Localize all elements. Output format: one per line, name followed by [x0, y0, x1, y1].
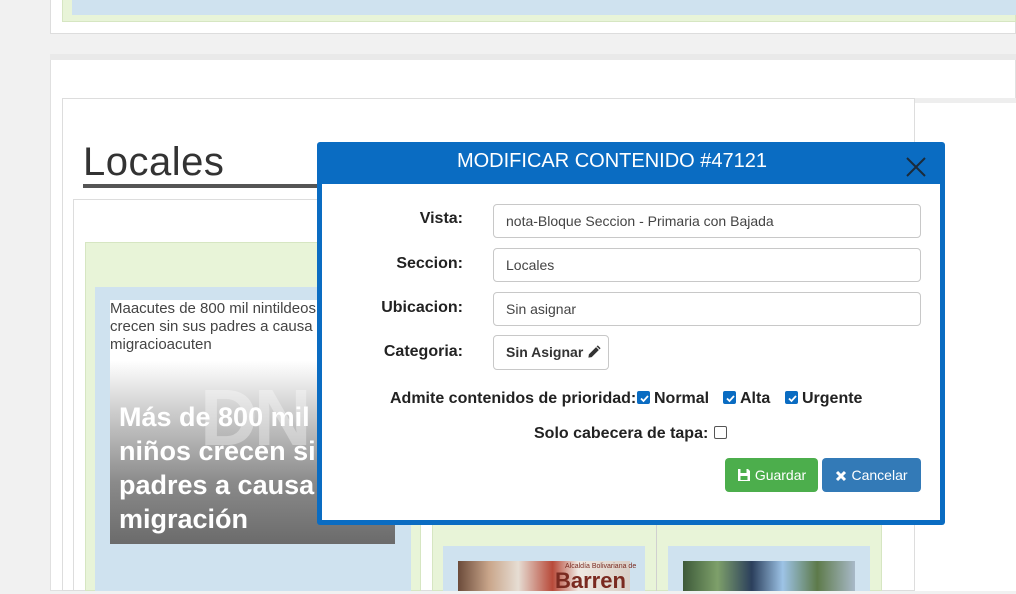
save-icon [737, 460, 751, 494]
modal-title: MODIFICAR CONTENIDO #47121 [456, 150, 768, 172]
save-button[interactable]: Guardar [725, 458, 818, 492]
section-title-underline [83, 184, 323, 188]
seccion-label: Seccion: [396, 255, 463, 272]
thumbnail-caption: Barren [555, 568, 626, 593]
urgente-label: Urgente [802, 390, 863, 407]
urgente-checkbox[interactable] [785, 391, 798, 404]
check-icon [788, 395, 797, 403]
vista-label: Vista: [419, 210, 463, 227]
prioridad-label: Admite contenidos de prioridad: [390, 390, 637, 407]
close-icon[interactable] [904, 155, 928, 179]
pencil-icon [587, 338, 602, 371]
times-icon [835, 460, 847, 494]
right-strip-bar [915, 98, 1016, 103]
top-band-inner [72, 0, 1016, 15]
vista-field[interactable]: nota-Bloque Seccion - Primaria con Bajad… [493, 204, 921, 238]
ubicacion-field[interactable]: Sin asignar [493, 292, 921, 326]
check-icon [726, 395, 735, 403]
alta-label: Alta [740, 390, 771, 407]
seccion-field[interactable]: Locales [493, 248, 921, 282]
save-button-label: Guardar [754, 467, 807, 483]
categoria-label: Categoria: [383, 343, 463, 360]
normal-label: Normal [654, 390, 710, 407]
categoria-button-label: Sin Asignar [506, 344, 584, 360]
check-icon [640, 395, 649, 403]
categoria-button[interactable]: Sin Asignar [493, 335, 609, 370]
ubicacion-label: Ubicacion: [381, 299, 463, 316]
cancel-button[interactable]: Cancelar [822, 458, 921, 492]
main-topbar [50, 54, 1016, 60]
solo-cabecera-checkbox[interactable] [714, 426, 727, 439]
solo-cabecera-label: Solo cabecera de tapa: [534, 425, 709, 442]
normal-checkbox[interactable] [637, 391, 650, 404]
section-title: Locales [83, 140, 225, 184]
alta-checkbox[interactable] [723, 391, 736, 404]
mid-divider [656, 520, 657, 591]
thumbnail-photo-2 [683, 561, 855, 591]
cancel-button-label: Cancelar [851, 467, 908, 483]
